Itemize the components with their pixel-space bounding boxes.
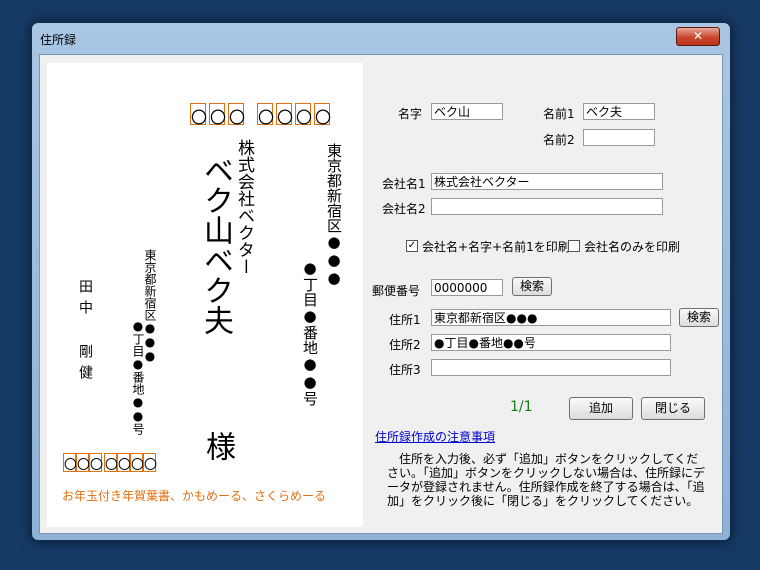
record-counter: 1/1 xyxy=(510,399,533,415)
postcard-preview: 〇 〇 〇 〇 〇 〇 〇 東京都新宿区●●● ●丁目●番地●●号 株式会社ベク… xyxy=(47,63,363,527)
address3-field[interactable] xyxy=(431,359,671,376)
postal-digit-box: 〇 xyxy=(104,453,118,473)
postal-digit-box: 〇 xyxy=(130,453,144,473)
surname-field[interactable]: ベク山 xyxy=(431,103,503,120)
address1-field[interactable]: 東京都新宿区●●● xyxy=(431,309,671,326)
print-company-only-checkbox[interactable] xyxy=(568,240,580,252)
sender-address-line2: ●丁目●番地●●号 xyxy=(131,319,145,435)
address1-label: 住所1 xyxy=(389,313,421,327)
print-all-checkbox[interactable]: ✓ xyxy=(406,240,418,252)
add-button[interactable]: 追加 xyxy=(569,397,633,420)
close-window-button[interactable]: ✕ xyxy=(676,27,720,46)
sender-name: 田中 剛健 xyxy=(77,279,93,386)
surname-label: 名字 xyxy=(398,107,423,121)
client-area: 〇 〇 〇 〇 〇 〇 〇 東京都新宿区●●● ●丁目●番地●●号 株式会社ベク… xyxy=(39,54,723,534)
sender-address-line1: 東京都新宿区●●● xyxy=(143,249,157,363)
postal-digit-box: 〇 xyxy=(276,103,293,127)
postal-code-field[interactable]: 0000000 xyxy=(431,279,503,296)
postal-digit-box: 〇 xyxy=(190,103,207,127)
postal-digit-box: 〇 xyxy=(295,103,312,127)
notes-link[interactable]: 住所録作成の注意事項 xyxy=(375,428,495,445)
recipient-name: ベク山ベク夫 xyxy=(198,155,233,335)
address3-label: 住所3 xyxy=(389,363,421,377)
postal-digit-box: 〇 xyxy=(63,453,77,473)
postal-digit-box: 〇 xyxy=(117,453,131,473)
address2-label: 住所2 xyxy=(389,338,421,352)
company1-field[interactable]: 株式会社ベクター xyxy=(431,173,663,190)
postal-search-button[interactable]: 検索 xyxy=(512,277,552,296)
postal-code-label: 郵便番号 xyxy=(372,284,421,298)
given-name2-field[interactable] xyxy=(583,129,655,146)
postcard-type-note: お年玉付き年賀葉書、かもめーる、さくらめーる xyxy=(62,489,327,503)
postal-digit-box: 〇 xyxy=(143,453,157,473)
honorific: 様 xyxy=(200,431,235,461)
postal-digit-box: 〇 xyxy=(314,103,331,127)
address-book-window: 住所録 ✕ 〇 〇 〇 〇 〇 〇 〇 東京都新宿区●●● ●丁目●番地●●号 … xyxy=(31,22,731,541)
given-name1-label: 名前1 xyxy=(543,107,575,121)
title-bar[interactable]: 住所録 ✕ xyxy=(32,23,730,53)
address2-field[interactable]: ●丁目●番地●●号 xyxy=(431,334,671,351)
instructions-text: 住所を入力後、必ず「追加」ボタンをクリックしてください。「追加」ボタンをクリック… xyxy=(387,452,706,508)
address-search-button[interactable]: 検索 xyxy=(679,308,719,327)
window-title: 住所録 xyxy=(40,33,77,47)
recipient-address-line1: 東京都新宿区●●● xyxy=(325,143,343,287)
given-name1-field[interactable]: ベク夫 xyxy=(583,103,655,120)
print-all-label: 会社名+名字+名前1を印刷 xyxy=(422,240,570,254)
print-company-only-label: 会社名のみを印刷 xyxy=(584,240,681,254)
company2-label: 会社名2 xyxy=(382,202,426,216)
close-button[interactable]: 閉じる xyxy=(641,397,705,420)
given-name2-label: 名前2 xyxy=(543,133,575,147)
postal-digit-box: 〇 xyxy=(76,453,90,473)
postal-digit-box: 〇 xyxy=(209,103,226,127)
recipient-company: 株式会社ベクター xyxy=(234,139,254,275)
company2-field[interactable] xyxy=(431,198,663,215)
postal-digit-box: 〇 xyxy=(89,453,103,473)
postal-digit-box: 〇 xyxy=(257,103,274,127)
company1-label: 会社名1 xyxy=(382,177,426,191)
postal-digit-box: 〇 xyxy=(228,103,245,127)
recipient-address-line2: ●丁目●番地●●号 xyxy=(301,259,319,406)
